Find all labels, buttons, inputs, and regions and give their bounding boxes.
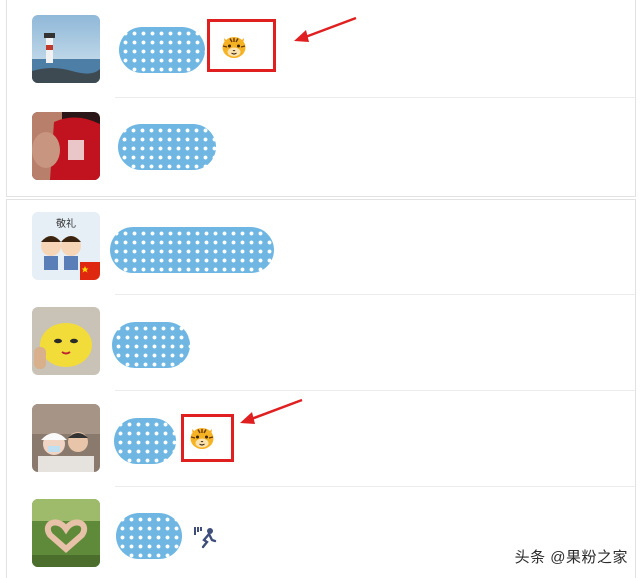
pointer-arrow-icon — [294, 16, 357, 42]
heart-hands-avatar-image — [32, 499, 100, 567]
avatar[interactable] — [32, 307, 100, 375]
man-red-shirt-avatar-image — [32, 112, 100, 180]
lighthouse-avatar-image — [32, 15, 100, 83]
contact-row[interactable] — [0, 295, 640, 391]
contact-row[interactable]: 敬礼 — [0, 200, 640, 294]
name-blur-mask — [110, 227, 274, 273]
avatar[interactable] — [32, 15, 100, 83]
tiger-face-icon — [190, 428, 214, 449]
name-blur-mask — [114, 418, 176, 464]
avatar-caption: 敬礼 — [56, 217, 76, 230]
name-blur-mask — [112, 322, 190, 368]
lemon-face-avatar-image — [32, 307, 100, 375]
cartoon-salute-avatar-image: 敬礼 — [32, 212, 100, 280]
couple-selfie-avatar-image — [32, 404, 100, 472]
contact-row[interactable] — [0, 0, 640, 97]
name-blur-mask — [118, 124, 216, 170]
runner-icon — [194, 527, 217, 549]
avatar[interactable] — [32, 112, 100, 180]
avatar[interactable] — [32, 404, 100, 472]
pointer-arrow-icon — [240, 398, 303, 424]
avatar[interactable] — [32, 499, 100, 567]
contact-row[interactable] — [0, 98, 640, 196]
name-blur-mask — [119, 27, 205, 73]
contact-row[interactable] — [0, 392, 640, 488]
name-blur-mask — [116, 513, 182, 559]
tiger-face-icon — [222, 37, 246, 58]
avatar[interactable]: 敬礼 — [32, 212, 100, 280]
watermark: 头条 @果粉之家 — [514, 549, 628, 566]
